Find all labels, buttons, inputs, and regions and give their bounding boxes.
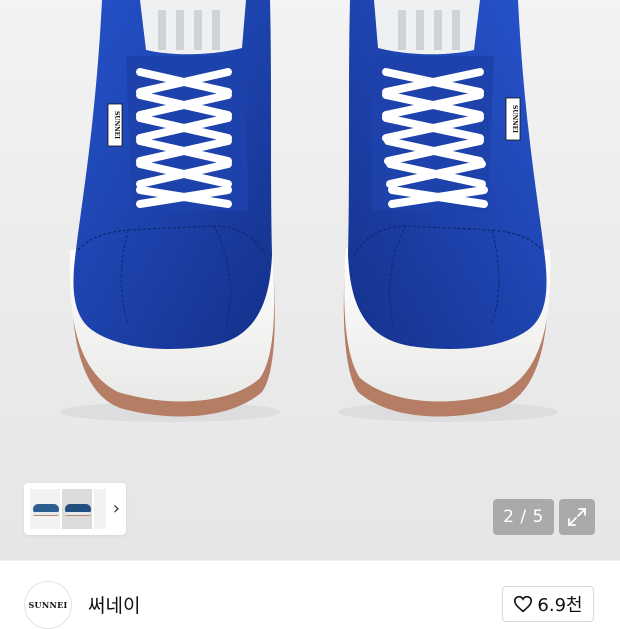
heart-icon	[514, 595, 533, 613]
thumbnail-2[interactable]	[62, 489, 92, 529]
brand-name[interactable]: 써네이	[88, 591, 140, 618]
expand-icon	[568, 508, 586, 526]
thumbnail-strip[interactable]: ›	[24, 483, 126, 535]
right-shoe: SUNNEI	[343, 0, 551, 417]
expand-button[interactable]	[559, 499, 595, 535]
image-counter: 2 / 5	[493, 499, 554, 535]
chevron-right-icon[interactable]: ›	[113, 499, 120, 519]
thumbnail-1[interactable]	[30, 489, 60, 529]
product-image-gallery[interactable]: SUNNEI SUNNEI › 2 / 5	[0, 0, 620, 560]
product-image: SUNNEI SUNNEI	[60, 0, 558, 422]
brand-bar: SUNNEI 써네이 6.9천	[0, 560, 620, 629]
brand-logo[interactable]: SUNNEI	[24, 581, 72, 629]
shoe-tag-left: SUNNEI	[113, 111, 120, 139]
thumbnail-3[interactable]	[94, 489, 106, 529]
left-shoe: SUNNEI	[69, 0, 275, 417]
shoe-tag-right: SUNNEI	[511, 105, 518, 133]
brand-logo-text: SUNNEI	[28, 600, 68, 610]
like-button[interactable]: 6.9천	[502, 586, 594, 622]
like-count: 6.9천	[537, 595, 583, 616]
